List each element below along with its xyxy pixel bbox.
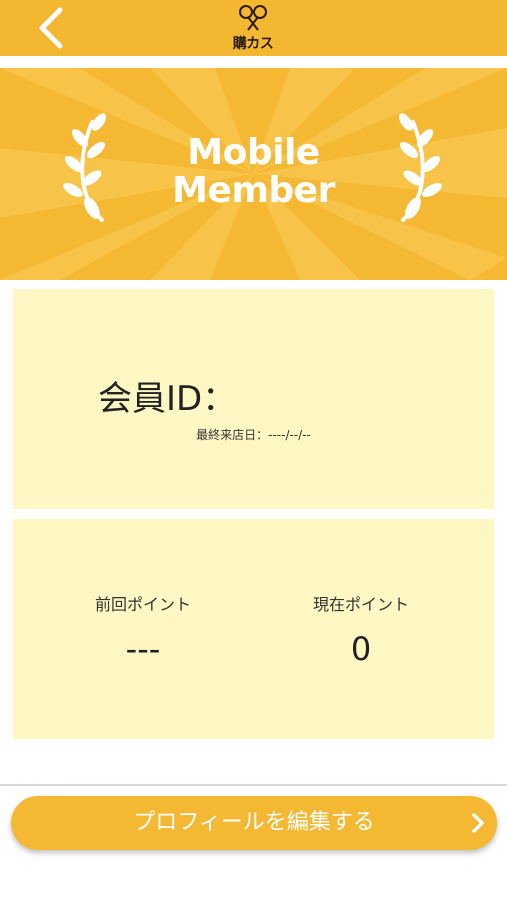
app-header: 購カス — [0, 0, 507, 56]
member-id-label: 会員ID： — [98, 379, 237, 419]
scissors-logo-icon — [239, 5, 267, 31]
edit-profile-label: プロフィールを編集する — [133, 810, 375, 835]
edit-profile-button[interactable]: プロフィールを編集する — [11, 796, 497, 850]
previous-points-label: 前回ポイント — [94, 595, 191, 614]
app-logo: 購カス — [225, 3, 281, 53]
last-visit-label: 最終来店日： — [196, 428, 269, 442]
chevron-left-icon — [39, 7, 63, 49]
banner-title: Mobile Member — [0, 134, 507, 210]
current-points-label: 現在ポイント — [312, 595, 409, 614]
back-button[interactable] — [30, 6, 74, 50]
last-visit-date: 最終来店日：----/--/-- — [13, 426, 494, 443]
member-id-card: 会員ID： 最終来店日：----/--/-- — [13, 289, 494, 509]
mobile-member-banner: Mobile Member — [0, 68, 507, 280]
current-points-value: 0 — [350, 630, 372, 668]
banner-title-line1: Mobile — [187, 132, 320, 173]
points-card: 前回ポイント --- 現在ポイント 0 — [13, 519, 494, 739]
banner-title-line2: Member — [172, 170, 335, 211]
logo-text: 購カス — [232, 36, 274, 52]
last-visit-value: ----/--/-- — [268, 428, 311, 442]
previous-points-value: --- — [125, 630, 161, 668]
chevron-right-icon — [472, 813, 484, 833]
divider — [0, 784, 507, 786]
